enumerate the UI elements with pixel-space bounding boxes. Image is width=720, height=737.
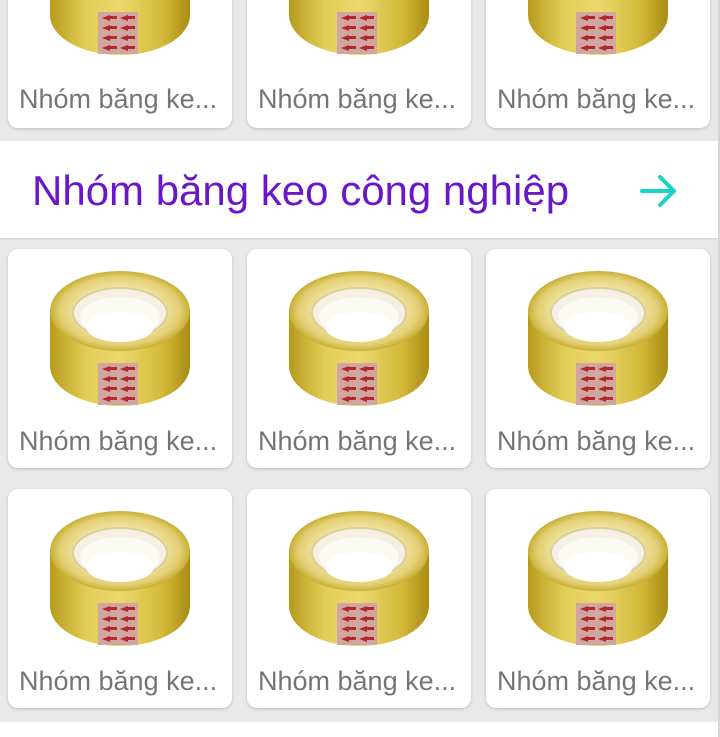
tape-roll-image: [288, 510, 430, 647]
tape-roll-image: [527, 510, 669, 647]
product-card[interactable]: Nhóm băng ke...: [247, 249, 471, 468]
product-card[interactable]: Nhóm băng ke...: [486, 489, 710, 708]
product-card[interactable]: Nhóm băng ke...: [8, 0, 232, 128]
product-label: Nhóm băng ke...: [258, 426, 457, 456]
section-title: Nhóm băng keo công nghiệp: [32, 167, 570, 214]
section-header[interactable]: Nhóm băng keo công nghiệp: [0, 141, 718, 238]
product-label: Nhóm băng ke...: [19, 666, 218, 696]
product-label: Nhóm băng ke...: [258, 84, 457, 114]
product-card[interactable]: Nhóm băng ke...: [247, 489, 471, 708]
product-label: Nhóm băng ke...: [497, 84, 696, 114]
product-label: Nhóm băng ke...: [497, 426, 696, 456]
arrow-right-icon[interactable]: [630, 163, 686, 219]
product-label: Nhóm băng ke...: [19, 84, 218, 114]
tape-roll-image: [527, 270, 669, 407]
tape-roll-image: [49, 510, 191, 647]
product-card[interactable]: Nhóm băng ke...: [8, 249, 232, 468]
product-label: Nhóm băng ke...: [19, 426, 218, 456]
tape-roll-image: [288, 270, 430, 407]
next-section-edge: [0, 722, 718, 737]
product-card[interactable]: Nhóm băng ke...: [486, 249, 710, 468]
tape-roll-image: [49, 270, 191, 407]
product-label: Nhóm băng ke...: [497, 666, 696, 696]
product-label: Nhóm băng ke...: [258, 666, 457, 696]
product-card[interactable]: Nhóm băng ke...: [486, 0, 710, 128]
product-card[interactable]: Nhóm băng ke...: [8, 489, 232, 708]
product-card[interactable]: Nhóm băng ke...: [247, 0, 471, 128]
